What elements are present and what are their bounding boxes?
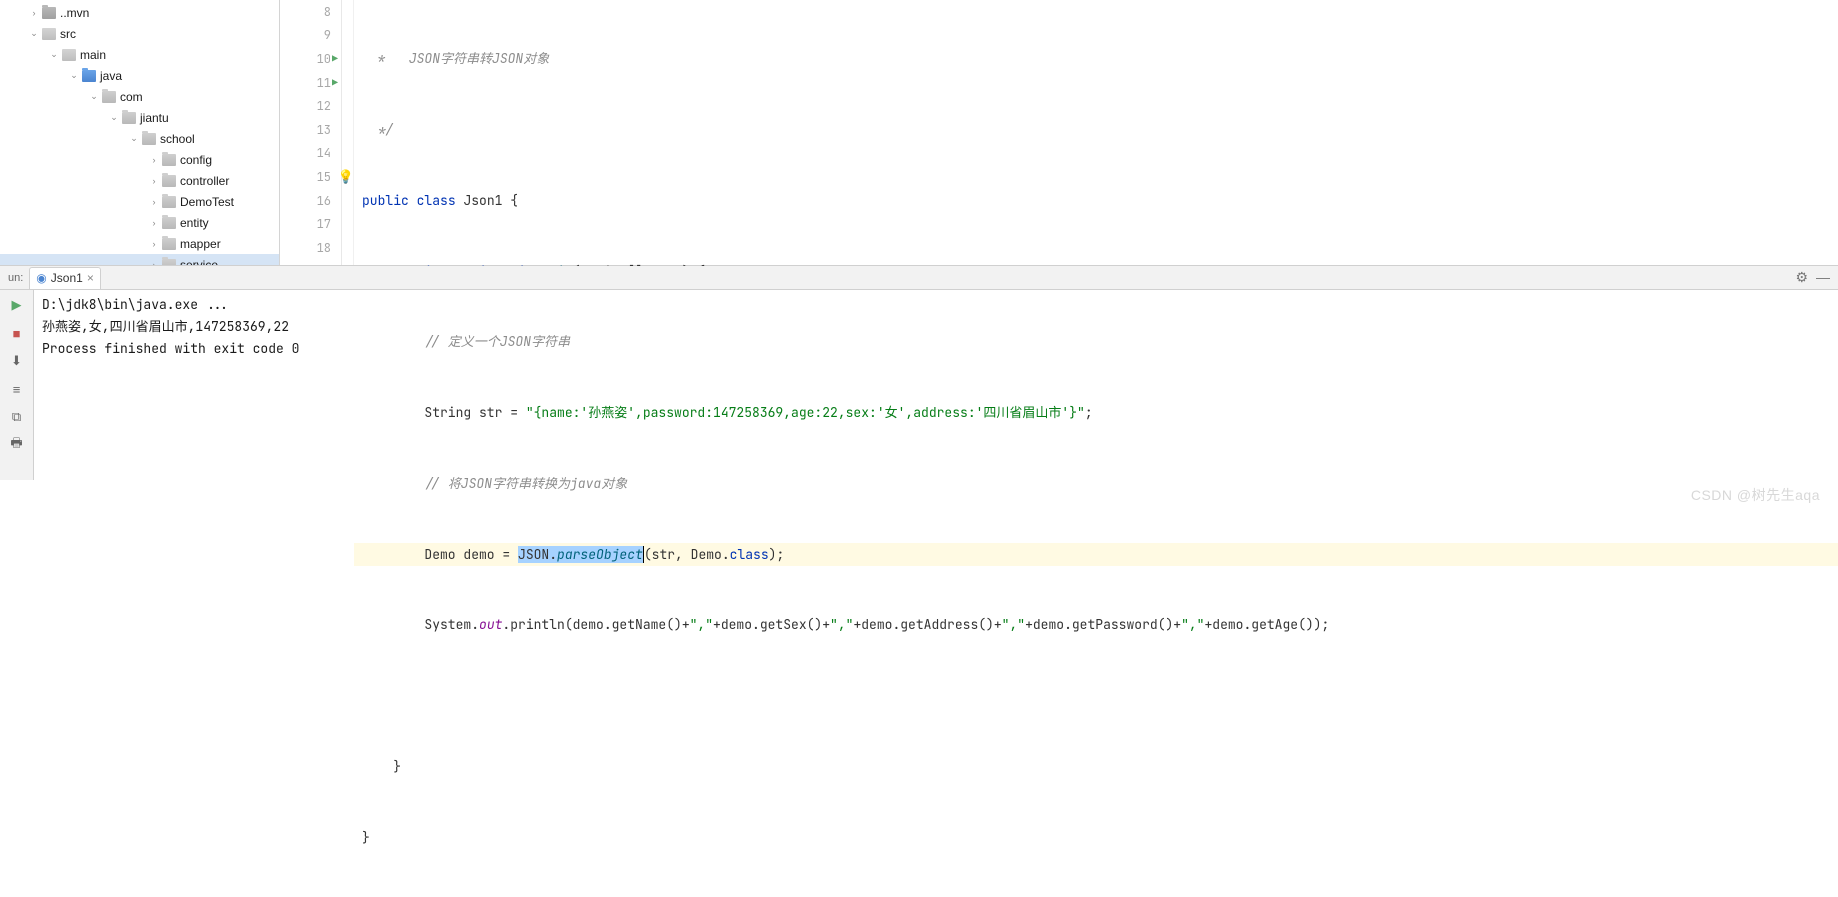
tree-item-jiantu[interactable]: ⌄ jiantu [0, 107, 279, 128]
line-number[interactable]: 14 [280, 142, 341, 166]
lightbulb-icon[interactable]: 💡 [338, 165, 354, 189]
layout-button[interactable]: ≡ [6, 378, 28, 400]
folder-icon [62, 49, 76, 61]
tree-item-config[interactable]: › config [0, 149, 279, 170]
editor-gutter: 8910▶11▶12131415💡16171819 [280, 0, 342, 265]
tree-item-label: DemoTest [180, 195, 234, 209]
line-number[interactable]: 11▶ [280, 71, 341, 95]
tree-item-mapper[interactable]: › mapper [0, 233, 279, 254]
tree-item-..mvn[interactable]: › ..mvn [0, 2, 279, 23]
chevron-right-icon[interactable]: › [148, 175, 160, 187]
chevron-down-icon[interactable]: ⌄ [108, 112, 120, 124]
tree-item-label: mapper [180, 237, 221, 251]
tree-item-service[interactable]: › service [0, 254, 279, 265]
run-tab-bar: un: ◉ Json1 × ⚙ — [0, 266, 1838, 290]
print-button[interactable]: 🖶 [6, 434, 28, 456]
code-line: */ [362, 118, 1838, 142]
code-line: } [362, 755, 1838, 779]
line-number[interactable]: 15💡 [280, 165, 341, 189]
line-number[interactable]: 8 [280, 0, 341, 24]
code-line [362, 684, 1838, 708]
chevron-down-icon[interactable]: ⌄ [68, 70, 80, 82]
chevron-right-icon[interactable]: › [148, 238, 160, 250]
folder-icon [122, 112, 136, 124]
code-line: public class Json1 { [362, 189, 1838, 213]
close-icon[interactable]: × [87, 271, 94, 285]
tree-item-label: config [180, 153, 212, 167]
chevron-down-icon[interactable]: ⌄ [128, 133, 140, 145]
code-line: // 将JSON字符串转换为java对象 [362, 472, 1838, 496]
folder-icon [162, 259, 176, 266]
tree-item-controller[interactable]: › controller [0, 170, 279, 191]
line-number[interactable]: 13 [280, 118, 341, 142]
tree-item-label: service [180, 258, 218, 266]
line-number[interactable]: 18 [280, 236, 341, 260]
folder-icon [82, 70, 96, 82]
console-toolbar: ▶ ■ ⬇ ≡ ⧉ 🖶 [0, 290, 34, 480]
folder-icon [102, 91, 116, 103]
tree-item-demotest[interactable]: › DemoTest [0, 191, 279, 212]
run-tab[interactable]: ◉ Json1 × [29, 267, 101, 289]
run-label: un: [2, 272, 29, 284]
folder-icon [162, 196, 176, 208]
tree-item-label: main [80, 48, 106, 62]
tree-item-src[interactable]: ⌄ src [0, 23, 279, 44]
line-number[interactable]: 12 [280, 94, 341, 118]
tree-item-label: com [120, 90, 143, 104]
tree-item-main[interactable]: ⌄ main [0, 44, 279, 65]
minimize-icon[interactable]: — [1816, 269, 1830, 286]
tree-item-label: entity [180, 216, 209, 230]
chevron-right-icon[interactable]: › [148, 154, 160, 166]
code-line: } [362, 826, 1838, 850]
project-tree[interactable]: ›..mvn⌄src⌄main⌄java⌄com⌄jiantu⌄school›c… [0, 0, 280, 265]
tree-item-label: ..mvn [60, 6, 89, 20]
java-class-icon: ◉ [36, 271, 46, 285]
code-editor[interactable]: 8910▶11▶12131415💡16171819 * JSON字符串转JSON… [280, 0, 1838, 265]
tree-item-label: java [100, 69, 122, 83]
chevron-right-icon[interactable]: › [148, 259, 160, 266]
code-line: * JSON字符串转JSON对象 [362, 47, 1838, 71]
fold-column [342, 0, 354, 265]
settings-icon[interactable]: ⚙ [1795, 269, 1808, 286]
tree-item-java[interactable]: ⌄ java [0, 65, 279, 86]
folder-icon [162, 238, 176, 250]
code-content[interactable]: * JSON字符串转JSON对象 */ public class Json1 {… [354, 0, 1838, 265]
tree-item-com[interactable]: ⌄ com [0, 86, 279, 107]
chevron-right-icon[interactable]: › [148, 196, 160, 208]
code-line: // 定义一个JSON字符串 [362, 330, 1838, 354]
filter-button[interactable]: ⧉ [6, 406, 28, 428]
code-line: System.out.println(demo.getName()+","+de… [362, 613, 1838, 637]
folder-icon [42, 7, 56, 19]
line-number[interactable]: 9 [280, 24, 341, 48]
folder-icon [142, 133, 156, 145]
folder-icon [162, 154, 176, 166]
rerun-button[interactable]: ▶ [6, 294, 28, 316]
line-number[interactable]: 17 [280, 212, 341, 236]
tree-item-label: src [60, 27, 76, 41]
exit-button[interactable]: ⬇ [6, 350, 28, 372]
tree-item-label: controller [180, 174, 229, 188]
code-line-current: Demo demo = JSON.parseObject(str, Demo.c… [354, 543, 1838, 567]
tree-item-entity[interactable]: › entity [0, 212, 279, 233]
chevron-down-icon[interactable]: ⌄ [28, 28, 40, 40]
folder-icon [42, 28, 56, 40]
stop-button[interactable]: ■ [6, 322, 28, 344]
chevron-right-icon[interactable]: › [28, 7, 40, 19]
tree-item-school[interactable]: ⌄ school [0, 128, 279, 149]
run-gutter-icon[interactable]: ▶ [328, 47, 342, 71]
tree-item-label: jiantu [140, 111, 169, 125]
folder-icon [162, 175, 176, 187]
chevron-down-icon[interactable]: ⌄ [48, 49, 60, 61]
run-gutter-icon[interactable]: ▶ [328, 71, 342, 95]
line-number[interactable]: 10▶ [280, 47, 341, 71]
run-tab-label: Json1 [51, 271, 83, 285]
chevron-down-icon[interactable]: ⌄ [88, 91, 100, 103]
line-number[interactable]: 16 [280, 189, 341, 213]
chevron-right-icon[interactable]: › [148, 217, 160, 229]
code-line: String str = "{name:'孙燕姿',password:14725… [362, 401, 1838, 425]
tree-item-label: school [160, 132, 195, 146]
folder-icon [162, 217, 176, 229]
